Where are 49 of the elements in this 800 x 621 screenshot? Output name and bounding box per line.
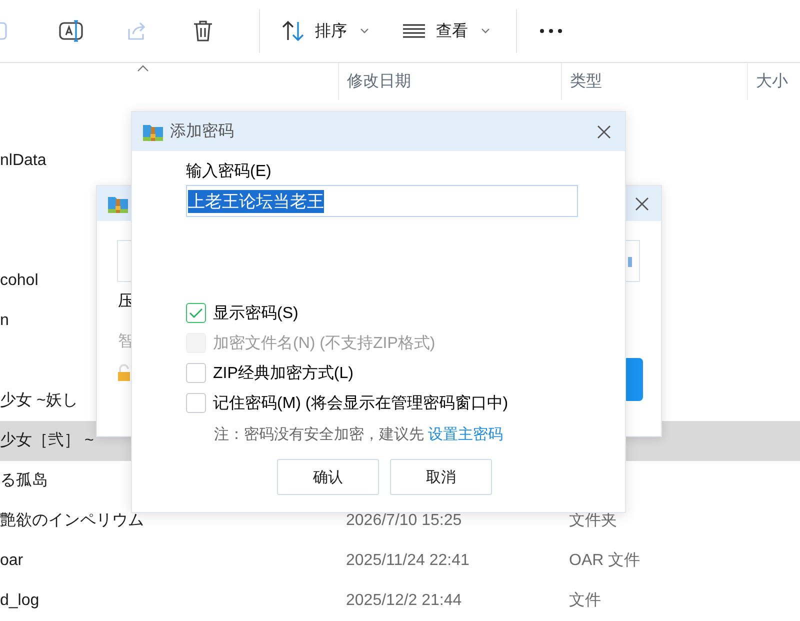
modified-date: 2026/7/10 15:25 <box>346 511 462 531</box>
file-name: る孤岛 <box>0 471 48 491</box>
checkbox[interactable] <box>186 363 206 383</box>
view-button[interactable]: 查看 <box>395 11 498 51</box>
close-button[interactable] <box>633 194 651 212</box>
file-type: 文件 <box>569 590 601 611</box>
checkbox-label: 记住密码(M) (将会显示在管理密码窗口中) <box>213 394 508 414</box>
close-icon <box>597 124 611 138</box>
trash-icon <box>193 20 213 42</box>
checkbox[interactable] <box>186 393 206 413</box>
lock-icon <box>117 364 131 382</box>
column-header[interactable]: 大小 <box>747 63 800 100</box>
sort-button[interactable]: 排序 <box>274 11 377 51</box>
column-header[interactable]: 类型 <box>561 63 616 100</box>
modified-date: 2025/11/24 22:41 <box>346 551 470 571</box>
checkbox-label: 显示密码(S) <box>213 304 298 324</box>
checkbox-label: 加密文件名(N) (不支持ZIP格式) <box>213 334 436 354</box>
close-icon <box>635 196 649 210</box>
column-header[interactable]: 修改日期 <box>338 63 425 100</box>
share-icon <box>126 21 148 41</box>
password-field[interactable]: 上老王论坛当老王 <box>186 185 578 217</box>
dialog-button[interactable]: 取消 <box>390 459 492 495</box>
file-type: 文件夹 <box>569 511 617 531</box>
sort-caret-icon <box>137 65 149 72</box>
sort-icon <box>282 21 304 41</box>
check-icon <box>189 308 203 318</box>
caret-icon <box>481 28 490 34</box>
dialog-title: 添加密码 <box>170 122 235 142</box>
list-icon <box>403 24 425 38</box>
more-icon <box>540 29 562 33</box>
note-text: 注：密码没有安全加密，建议先 设置主密码 <box>214 425 504 444</box>
checkbox[interactable] <box>186 303 206 323</box>
checkbox-label: ZIP经典加密方式(L) <box>213 364 354 384</box>
close-button[interactable] <box>595 122 613 140</box>
file-name: nlData <box>0 151 46 171</box>
file-name: 少女 ~妖し <box>0 390 78 411</box>
rename-icon <box>59 20 83 42</box>
file-name: d_log <box>0 591 40 611</box>
file-name: oar <box>0 551 24 571</box>
file-name: n <box>0 311 9 331</box>
file-name: cohol <box>0 271 38 291</box>
caret-icon <box>360 28 369 34</box>
file-name: 少女［弐］ ~ <box>0 430 94 451</box>
file-type: OAR 文件 <box>569 550 640 571</box>
master-password-link[interactable]: 设置主密码 <box>428 426 504 443</box>
modified-date: 2025/12/2 21:44 <box>346 591 462 611</box>
field-label: 输入密码(E) <box>186 163 272 181</box>
dialog-button[interactable]: 确认 <box>277 459 379 495</box>
file-name: 艶欲のインペリウム <box>0 511 144 531</box>
